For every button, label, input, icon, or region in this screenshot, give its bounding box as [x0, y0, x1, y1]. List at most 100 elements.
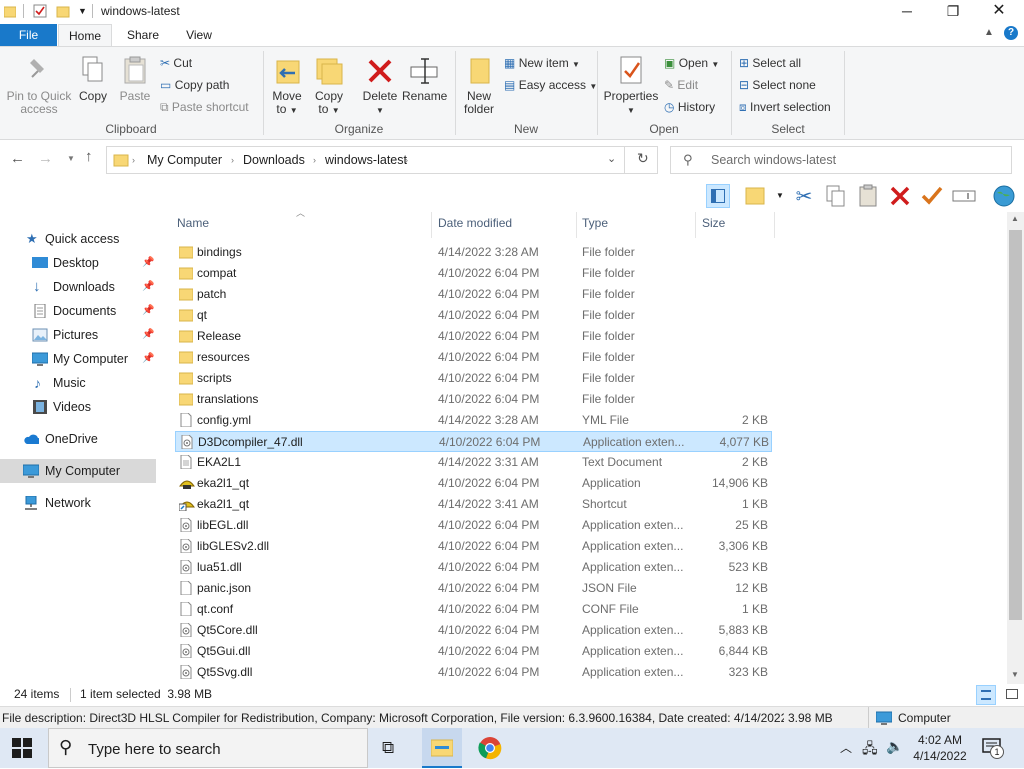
clock[interactable]: 4:02 AM 4/14/2022 — [908, 732, 972, 764]
file-row[interactable]: D3Dcompiler_47.dll 4/10/2022 6:04 PM Appli… — [175, 431, 772, 452]
customize-qat-icon[interactable]: ▼ — [78, 6, 87, 16]
volume-icon[interactable]: 🔈 — [886, 738, 903, 755]
taskbar-search[interactable]: ⚲ Type here to search — [48, 728, 368, 768]
file-row[interactable]: compat 4/10/2022 6:04 PM File folder — [175, 263, 772, 284]
delete-button[interactable]: Delete ▼ — [360, 55, 400, 117]
file-row[interactable]: patch 4/10/2022 6:04 PM File folder — [175, 284, 772, 305]
move-to-button[interactable]: Move to ▼ — [270, 55, 304, 117]
nav-downloads[interactable]: ↓ Downloads 📌 — [30, 276, 156, 298]
file-row[interactable]: eka2l1_qt 4/10/2022 6:04 PM Application 14,… — [175, 473, 772, 494]
column-header-type[interactable]: Type — [582, 216, 608, 230]
back-arrow-icon[interactable]: ← — [10, 150, 25, 167]
nav-pictures[interactable]: Pictures 📌 — [30, 324, 156, 346]
edit-button[interactable]: ✎ Edit — [664, 77, 698, 93]
scroll-down-icon[interactable]: ▼ — [1011, 670, 1019, 679]
refresh-icon[interactable]: ↻ — [637, 150, 649, 167]
paste-button[interactable]: Paste — [118, 55, 152, 103]
vertical-scrollbar[interactable]: ▲ ▼ — [1007, 212, 1024, 684]
file-row[interactable]: config.yml 4/14/2022 3:28 AM YML File 2 KB — [175, 410, 772, 431]
file-row[interactable]: libGLESv2.dll 4/10/2022 6:04 PM Applicatio… — [175, 536, 772, 557]
copy-path-button[interactable]: ▭ Copy path — [160, 77, 229, 93]
new-folder-button[interactable]: New folder — [460, 55, 498, 116]
pin-to-quick-access-button[interactable]: Pin to Quick access — [4, 55, 74, 116]
network-tray-icon[interactable]: 🖧 — [862, 738, 878, 762]
file-row[interactable]: eka2l1_qt 4/14/2022 3:41 AM Shortcut 1 KB — [175, 494, 772, 515]
nav-my-computer-pinned[interactable]: My Computer 📌 — [30, 348, 156, 370]
file-row[interactable]: scripts 4/10/2022 6:04 PM File folder — [175, 368, 772, 389]
nav-desktop[interactable]: Desktop 📌 — [30, 252, 156, 274]
column-divider[interactable] — [431, 212, 432, 238]
new-item-button[interactable]: ▦ New item ▼ — [504, 55, 580, 73]
rename-button[interactable]: Rename — [402, 55, 447, 103]
file-row[interactable]: qt.conf 4/10/2022 6:04 PM CONF File 1 KB — [175, 599, 772, 620]
file-row[interactable]: lua51.dll 4/10/2022 6:04 PM Application ex… — [175, 557, 772, 578]
select-none-button[interactable]: ⊟ Select none — [739, 77, 816, 93]
chevron-down-icon[interactable]: ⌄ — [607, 152, 616, 165]
file-row[interactable]: panic.json 4/10/2022 6:04 PM JSON File 12 K… — [175, 578, 772, 599]
file-row[interactable]: bindings 4/14/2022 3:28 AM File folder — [175, 242, 772, 263]
address-bar[interactable]: › My Computer › Downloads › windows-late… — [106, 146, 658, 174]
chevron-up-icon[interactable]: ︿ — [840, 739, 852, 756]
properties-icon[interactable] — [33, 4, 47, 18]
cut-icon[interactable]: ✂ — [792, 184, 816, 208]
column-header-name[interactable]: Name — [177, 216, 209, 230]
breadcrumb-my-computer[interactable]: My Computer — [147, 153, 222, 167]
up-arrow-icon[interactable]: ↑ — [85, 148, 93, 165]
chrome-icon[interactable] — [478, 736, 502, 763]
search-box[interactable]: ⚲ Search windows-latest — [670, 146, 1012, 174]
globe-icon[interactable] — [992, 184, 1016, 208]
nav-documents[interactable]: Documents 📌 — [30, 300, 156, 322]
rename-icon[interactable] — [952, 184, 976, 208]
copy-button[interactable]: Copy — [76, 55, 110, 103]
column-header-date[interactable]: Date modified — [438, 216, 512, 230]
ribbon-collapse-icon[interactable]: ▲ — [984, 27, 994, 38]
maximize-button[interactable]: ❐ — [930, 0, 976, 24]
close-button[interactable]: ✕ — [976, 0, 1022, 24]
properties-check-icon[interactable] — [920, 184, 944, 208]
column-divider[interactable] — [576, 212, 577, 238]
history-button[interactable]: ◷ History — [664, 99, 715, 115]
large-icons-view-icon[interactable] — [1002, 685, 1022, 705]
tab-share[interactable]: Share — [118, 24, 168, 46]
help-icon[interactable]: ? — [1004, 26, 1018, 40]
forward-arrow-icon[interactable]: → — [38, 150, 53, 167]
nav-my-computer[interactable]: My Computer — [0, 459, 156, 483]
file-explorer-taskbar-icon[interactable] — [422, 728, 462, 768]
open-button[interactable]: ▣ Open ▼ — [664, 55, 719, 73]
column-divider[interactable] — [695, 212, 696, 238]
details-view-icon[interactable] — [976, 685, 996, 705]
tab-view[interactable]: View — [176, 24, 222, 46]
copy-to-button[interactable]: Copy to ▼ — [312, 55, 346, 117]
easy-access-button[interactable]: ▤ Easy access ▼ — [504, 77, 597, 95]
file-row[interactable]: resources 4/10/2022 6:04 PM File folder — [175, 347, 772, 368]
notification-icon[interactable]: 1 — [982, 737, 1004, 760]
properties-button[interactable]: Properties ▼ — [602, 55, 660, 117]
file-row[interactable]: qt 4/10/2022 6:04 PM File folder — [175, 305, 772, 326]
file-row[interactable]: Qt5Gui.dll 4/10/2022 6:04 PM Application e… — [175, 641, 772, 662]
new-folder-icon[interactable] — [56, 4, 70, 18]
paste-shortcut-button[interactable]: ⧉ Paste shortcut — [160, 99, 249, 115]
tab-home[interactable]: Home — [58, 24, 112, 46]
tab-file[interactable]: File — [0, 24, 57, 46]
breadcrumb-downloads[interactable]: Downloads — [243, 153, 305, 167]
file-row[interactable]: Qt5Core.dll 4/10/2022 6:04 PM Application … — [175, 620, 772, 641]
windows-start-icon[interactable] — [12, 738, 32, 761]
column-header-size[interactable]: Size — [702, 216, 725, 230]
file-row[interactable]: Qt5Svg.dll 4/10/2022 6:04 PM Application e… — [175, 662, 772, 683]
recent-locations-icon[interactable]: ▼ — [67, 154, 75, 163]
paste-icon[interactable] — [856, 184, 880, 208]
file-row[interactable]: EKA2L1 4/14/2022 3:31 AM Text Document 2 KB — [175, 452, 772, 473]
column-divider[interactable] — [774, 212, 775, 238]
scrollbar-thumb[interactable] — [1009, 230, 1022, 620]
preview-pane-icon[interactable] — [706, 184, 730, 208]
invert-selection-button[interactable]: ⧈ Invert selection — [739, 99, 831, 115]
delete-icon[interactable] — [888, 184, 912, 208]
cut-button[interactable]: ✂ Cut — [160, 55, 192, 71]
file-row[interactable]: libEGL.dll 4/10/2022 6:04 PM Application e… — [175, 515, 772, 536]
copy-icon[interactable] — [824, 184, 848, 208]
minimize-button[interactable]: ─ — [884, 0, 930, 24]
chevron-down-icon[interactable]: ▼ — [776, 191, 784, 200]
breadcrumb-windows-latest[interactable]: windows-latest — [325, 153, 407, 167]
file-row[interactable]: Release 4/10/2022 6:04 PM File folder — [175, 326, 772, 347]
scroll-up-icon[interactable]: ▲ — [1011, 214, 1019, 223]
